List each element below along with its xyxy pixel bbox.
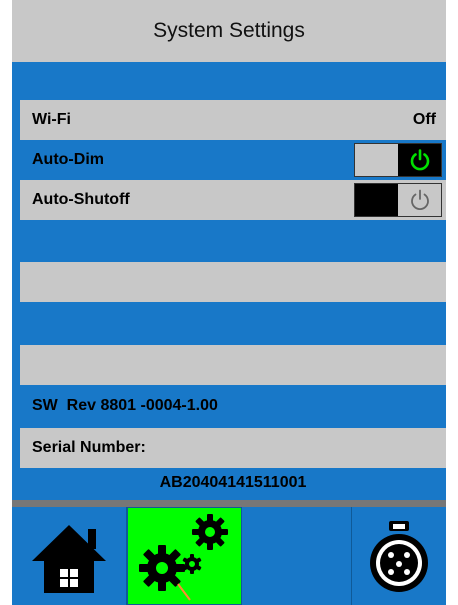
- home-icon: [32, 525, 106, 593]
- serial-number-row: Serial Number:: [20, 428, 446, 468]
- sw-rev-text: SW Rev 8801 -0004-1.00: [32, 397, 218, 414]
- tab-blank[interactable]: [242, 507, 352, 605]
- auto-shutoff-row: Auto-Shutoff: [20, 180, 446, 220]
- wifi-row[interactable]: Wi-Fi Off: [20, 100, 446, 140]
- auto-dim-toggle[interactable]: [354, 143, 442, 177]
- divider: [12, 500, 446, 507]
- xlr-connector-icon: [370, 521, 428, 592]
- wifi-status[interactable]: Off: [413, 111, 436, 129]
- tab-home[interactable]: [12, 507, 127, 605]
- power-off-icon: [410, 189, 429, 211]
- auto-dim-row: Auto-Dim: [20, 140, 446, 180]
- tab-bar: [12, 507, 446, 605]
- tab-settings[interactable]: [127, 507, 242, 605]
- serial-number-value: AB20404141511001: [159, 474, 307, 491]
- auto-shutoff-toggle[interactable]: [354, 183, 442, 217]
- wifi-label: Wi-Fi: [32, 111, 71, 128]
- toggle-off-side: [355, 144, 398, 176]
- power-on-icon: [410, 149, 429, 171]
- toggle-on-side: [398, 144, 441, 176]
- settings-screen: System Settings Wi-Fi Off Auto-Dim Auto-…: [12, 0, 446, 605]
- empty-row-2: [20, 345, 446, 385]
- sw-rev-row: SW Rev 8801 -0004-1.00: [20, 386, 446, 426]
- page-title: System Settings: [12, 0, 446, 62]
- tab-connector[interactable]: [352, 507, 446, 605]
- gears-icon: [138, 514, 228, 601]
- serial-number-label: Serial Number:: [32, 439, 146, 456]
- toggle-on-side: [398, 184, 441, 216]
- empty-row-1: [20, 262, 446, 302]
- toggle-off-side: [355, 184, 398, 216]
